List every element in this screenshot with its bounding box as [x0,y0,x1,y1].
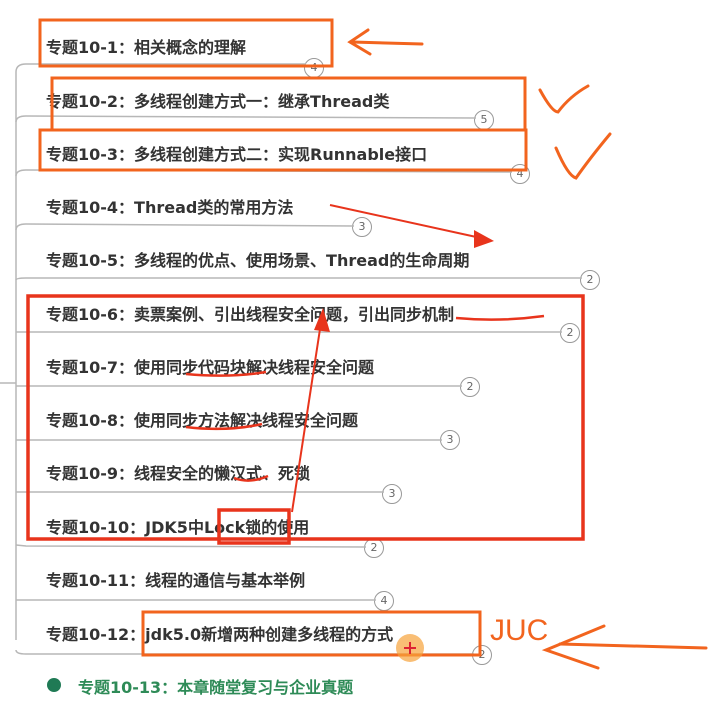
subtopic-count-badge[interactable]: 5 [474,110,494,130]
topic-10-3[interactable]: 专题10-3：多线程创建方式二：实现Runnable接口 [46,141,427,165]
subtopic-count-badge[interactable]: 2 [460,377,480,397]
topic-10-1[interactable]: 专题10-1：相关概念的理解 [46,34,246,58]
cursor-highlight-icon [396,634,424,662]
cursor-plus-icon [404,642,416,654]
subtopic-count-badge[interactable]: 3 [382,484,402,504]
arrow-left-icon [347,28,372,56]
arrow-left-icon [541,624,606,670]
topic-10-6[interactable]: 专题10-6：卖票案例、引出线程安全问题，引出同步机制 [46,301,454,325]
subtopic-count-badge[interactable]: 3 [352,217,372,237]
topic-10-4[interactable]: 专题10-4：Thread类的常用方法 [46,194,293,218]
subtopic-count-badge[interactable]: 2 [560,323,580,343]
subtopic-count-badge[interactable]: 2 [472,645,492,665]
juc-annotation: JUC [490,614,549,647]
subtopic-count-badge[interactable]: 4 [304,58,324,78]
topic-10-8[interactable]: 专题10-8：使用同步方法解决线程安全问题 [46,407,358,431]
subtopic-count-badge[interactable]: 4 [510,164,530,184]
checkmark-icon [554,132,612,180]
topic-10-2[interactable]: 专题10-2：多线程创建方式一：继承Thread类 [46,88,389,112]
subtopic-count-badge[interactable]: 2 [580,270,600,290]
topic-10-13[interactable]: 专题10-13：本章随堂复习与企业真题 [78,674,353,698]
topic-10-9[interactable]: 专题10-9：线程安全的懒汉式、死锁 [46,460,310,484]
topic-10-5[interactable]: 专题10-5：多线程的优点、使用场景、Thread的生命周期 [46,247,469,271]
topic-10-11[interactable]: 专题10-11：线程的通信与基本举例 [46,567,305,591]
topic-10-7[interactable]: 专题10-7：使用同步代码块解决线程安全问题 [46,354,374,378]
topic-10-10[interactable]: 专题10-10：JDK5中Lock锁的使用 [46,514,309,538]
checkmark-icon [538,84,590,114]
topic-13-bullet-icon [47,678,61,692]
arrow-right-icon [474,230,494,248]
subtopic-count-badge[interactable]: 3 [440,430,460,450]
topic-10-12[interactable]: 专题10-12：jdk5.0新增两种创建多线程的方式 [46,621,393,645]
subtopic-count-badge[interactable]: 4 [374,591,394,611]
subtopic-count-badge[interactable]: 2 [364,538,384,558]
